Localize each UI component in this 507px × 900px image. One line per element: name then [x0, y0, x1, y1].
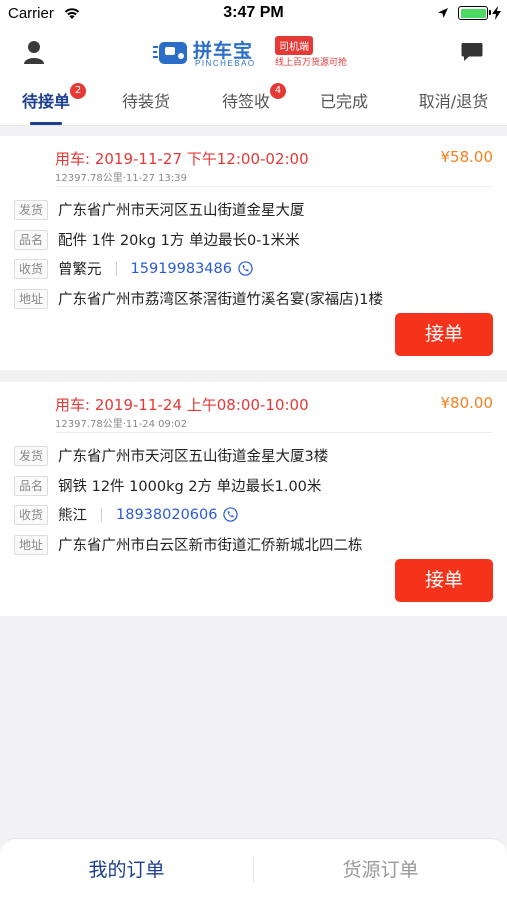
- tab-completed[interactable]: 已完成: [296, 80, 392, 126]
- tab-pending-accept[interactable]: 待接单 2: [0, 80, 92, 126]
- receiver-name: 曾繁元: [58, 262, 102, 278]
- phone-call-icon[interactable]: [223, 507, 239, 522]
- order-price: ¥80.00: [440, 394, 494, 412]
- use-time: 用车: 2019-11-27 下午12:00-02:00: [55, 150, 309, 168]
- receiver-phone[interactable]: 15919983486: [131, 261, 232, 277]
- address-row: 地址 广东省广州市白云区新市街道汇侨新城北四二栋: [14, 534, 363, 556]
- separator: [115, 261, 117, 276]
- goods-info: 钢铁 12件 1000kg 2方 单边最长1.00米: [58, 479, 322, 495]
- receiver-tag: 收货: [14, 258, 48, 279]
- ship-row: 发货 广东省广州市天河区五山街道金星大厦: [14, 199, 305, 221]
- address-tag: 地址: [14, 288, 48, 309]
- order-status-tabs: 待接单 2 待装货 待签收 4 已完成 取消/退货: [0, 80, 507, 126]
- receiver-name: 熊江: [58, 508, 87, 524]
- receiver-tag: 收货: [14, 504, 48, 525]
- logo-slogan: 线上百万货源可抢: [275, 58, 348, 68]
- status-bar: Carrier 3:47 PM: [0, 0, 507, 28]
- goods-row: 品名 配件 1件 20kg 1方 单边最长0-1米米: [14, 229, 300, 251]
- tab-cancel-return[interactable]: 取消/退货: [400, 80, 507, 126]
- order-card[interactable]: 用车: 2019-11-24 上午08:00-10:00 ¥80.00 1239…: [0, 382, 507, 616]
- ship-tag: 发货: [14, 445, 48, 466]
- clock: 3:47 PM: [223, 4, 284, 21]
- delivery-address: 广东省广州市白云区新市街道汇侨新城北四二栋: [58, 538, 363, 554]
- app-header: 拼车宝 PINCHEBAO 司机端 线上百万货源可抢: [0, 28, 507, 80]
- tab-label: 待签收: [221, 92, 270, 111]
- message-icon[interactable]: [461, 42, 483, 62]
- location-arrow-icon: [438, 8, 448, 18]
- app-logo: 拼车宝 PINCHEBAO 司机端 线上百万货源可抢: [153, 36, 363, 72]
- phone-call-icon[interactable]: [238, 261, 253, 276]
- receiver-row: 收货 曾繁元 15919983486: [14, 258, 253, 280]
- delivery-address: 广东省广州市荔湾区茶滘街道竹溪名宴(家福店)1楼: [58, 292, 384, 308]
- tab-label: 待装货: [121, 92, 170, 111]
- distance-time-info: 12397.78公里·11-27 13:39: [55, 173, 187, 184]
- address-tag: 地址: [14, 534, 48, 555]
- distance-time-info: 12397.78公里·11-24 09:02: [55, 419, 187, 430]
- order-price: ¥58.00: [440, 148, 494, 166]
- ship-row: 发货 广东省广州市天河区五山街道金星大厦3楼: [14, 445, 328, 467]
- goods-tag: 品名: [14, 475, 48, 496]
- accept-order-button[interactable]: 接单: [395, 559, 493, 602]
- order-card[interactable]: 用车: 2019-11-27 下午12:00-02:00 ¥58.00 1239…: [0, 136, 507, 370]
- active-tab-indicator: [30, 122, 62, 125]
- tab-badge: 2: [70, 83, 86, 99]
- tab-label: 取消/退货: [418, 92, 489, 111]
- ship-tag: 发货: [14, 199, 48, 220]
- divider: [55, 432, 493, 433]
- tab-pending-load[interactable]: 待装货: [96, 80, 196, 126]
- address-row: 地址 广东省广州市荔湾区茶滘街道竹溪名宴(家福店)1楼: [14, 288, 383, 310]
- ship-address: 广东省广州市天河区五山街道金星大厦3楼: [58, 449, 329, 465]
- use-time: 用车: 2019-11-24 上午08:00-10:00: [55, 396, 309, 414]
- accept-order-button[interactable]: 接单: [395, 313, 493, 356]
- tab-label: 已完成: [319, 92, 368, 111]
- bottom-nav: 我的订单 货源订单: [0, 838, 507, 900]
- receiver-row: 收货 熊江 18938020606: [14, 504, 239, 526]
- goods-info: 配件 1件 20kg 1方 单边最长0-1米米: [58, 233, 300, 249]
- battery-icon: [458, 6, 491, 20]
- nav-cargo-orders[interactable]: 货源订单: [254, 839, 507, 900]
- goods-row: 品名 钢铁 12件 1000kg 2方 单边最长1.00米: [14, 475, 321, 497]
- logo-subtitle: PINCHEBAO: [195, 59, 256, 68]
- tab-label: 待接单: [21, 92, 70, 111]
- logo-mark-icon: [153, 42, 187, 64]
- tab-badge: 4: [270, 83, 286, 99]
- nav-my-orders[interactable]: 我的订单: [0, 839, 253, 900]
- divider: [55, 186, 493, 187]
- separator: [101, 507, 102, 522]
- ship-address: 广东省广州市天河区五山街道金星大厦: [58, 203, 305, 219]
- user-profile-icon[interactable]: [22, 40, 46, 66]
- tab-pending-sign[interactable]: 待签收 4: [196, 80, 296, 126]
- receiver-phone[interactable]: 18938020606: [116, 507, 217, 523]
- charging-icon: [492, 6, 501, 20]
- goods-tag: 品名: [14, 229, 48, 250]
- driver-badge: 司机端: [275, 36, 313, 55]
